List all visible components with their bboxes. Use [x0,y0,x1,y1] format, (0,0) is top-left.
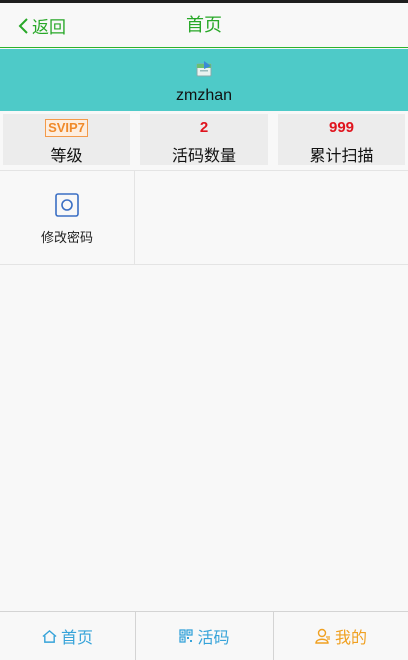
vip-badge: SVIP7 [45,119,88,137]
square-circle-icon [55,193,79,217]
top-nav-bar: 返回 首页 [0,3,408,48]
tab-label: 首页 [60,630,93,647]
user-icon [315,628,330,644]
stat-label: 活码数量 [171,148,236,165]
stat-scan-total: 999 累计扫描 [278,114,405,165]
tab-label: 我的 [334,630,367,647]
change-password-button[interactable]: 修改密码 [0,171,135,265]
stat-value: 2 [199,119,209,136]
chevron-left-icon [18,17,28,34]
avatar-icon [196,61,212,77]
stat-label: 等级 [50,148,83,165]
qrcode-icon [179,629,194,643]
back-label: 返回 [32,18,66,37]
tab-home[interactable]: 首页 [0,612,135,660]
tab-label: 活码 [197,630,230,647]
bottom-tab-bar: 首页 活码 我的 [0,611,408,660]
menu-grid: 修改密码 [0,170,408,265]
stat-value: 999 [328,119,355,136]
tab-mine[interactable]: 我的 [274,612,408,660]
username: zmzhan [175,87,233,104]
home-icon [42,629,57,643]
menu-item-label: 修改密码 [40,230,93,245]
stat-level: SVIP7 等级 [3,114,130,165]
stat-label: 累计扫描 [309,148,374,165]
stat-code-count: 2 活码数量 [140,114,268,165]
profile-banner: zmzhan [0,49,408,111]
back-button[interactable]: 返回 [18,3,66,48]
stats-row: SVIP7 等级 2 活码数量 999 累计扫描 [0,114,408,166]
tab-codes[interactable]: 活码 [136,612,273,660]
